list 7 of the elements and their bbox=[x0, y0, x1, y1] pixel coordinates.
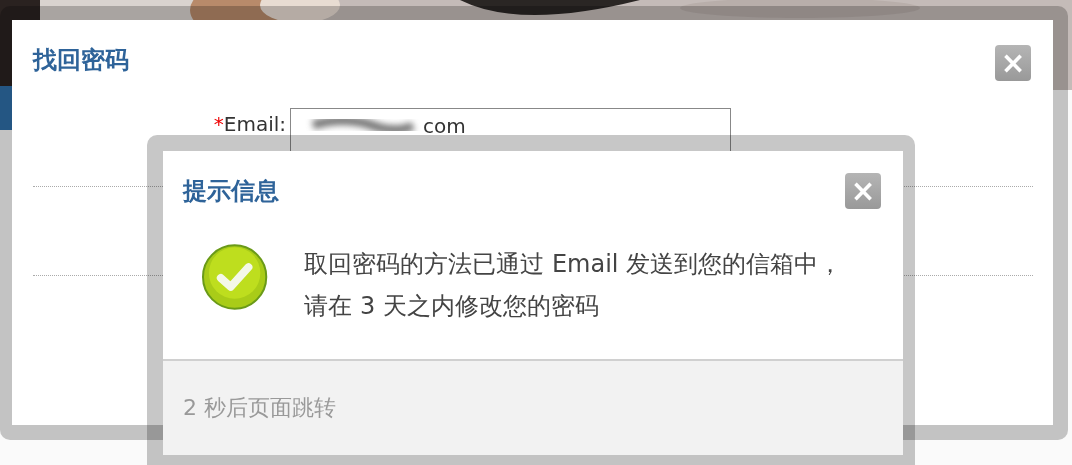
email-label: *Email: bbox=[212, 112, 286, 136]
dialog-title: 提示信息 bbox=[183, 176, 279, 207]
close-button[interactable]: × bbox=[845, 173, 881, 209]
dialog-title: 找回密码 bbox=[33, 45, 129, 76]
message-text: 取回密码的方法已通过 Email 发送到您的信箱中，请在 3 天之内修改您的密码 bbox=[304, 249, 844, 322]
close-button[interactable]: × bbox=[995, 45, 1031, 81]
redirect-notice: 2 秒后页面跳转 bbox=[183, 394, 336, 422]
